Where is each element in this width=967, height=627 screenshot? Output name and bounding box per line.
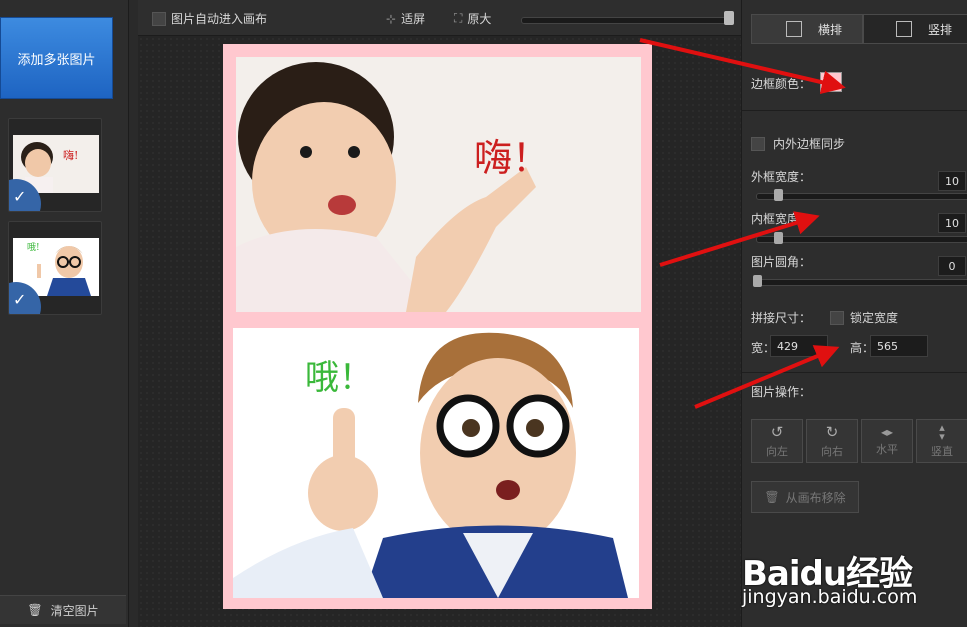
rotate-right-label: 向右: [821, 445, 843, 458]
photo2-caption: 哦！: [305, 358, 373, 398]
tab-horizontal-label: 横排: [818, 22, 843, 37]
border-color-label: 边框颜色：: [751, 77, 812, 91]
border-color-swatch[interactable]: [820, 72, 842, 92]
tab-vertical[interactable]: 竖排: [863, 14, 967, 44]
thumbnail-1[interactable]: 嗨! ✓: [8, 118, 102, 212]
tab-horizontal[interactable]: 横排: [751, 14, 863, 44]
inner-width-slider[interactable]: [756, 236, 967, 243]
zoom-slider-handle[interactable]: [724, 11, 734, 25]
lock-width-checkbox[interactable]: 锁定宽度: [830, 309, 898, 326]
photo-baby-girl[interactable]: 嗨！: [236, 57, 641, 312]
sync-borders-label: 内外边框同步: [773, 137, 846, 151]
fit-screen-label: 适屏: [401, 12, 426, 26]
baidu-watermark: Baidu经验 jingyan.baidu.com: [742, 540, 967, 627]
rotate-left-label: 向左: [766, 445, 788, 458]
original-size-button[interactable]: ⛶ 原大: [454, 10, 491, 27]
corner-radius-slider[interactable]: [756, 279, 967, 286]
divider: [742, 110, 967, 111]
photo1-caption: 嗨！: [474, 136, 551, 180]
corner-radius-value[interactable]: 0: [938, 256, 966, 276]
trash-icon: 🗑: [764, 490, 780, 504]
lock-width-label: 锁定宽度: [850, 311, 899, 325]
flip-vertical-button[interactable]: ▴ ▾ 竖直: [916, 419, 967, 463]
outer-width-label: 外框宽度：: [751, 170, 812, 184]
checkbox-box[interactable]: [751, 136, 765, 151]
rotate-left-icon: ↺: [770, 423, 784, 441]
watermark-url: jingyan.baidu.com: [742, 586, 918, 608]
checkbox-box[interactable]: [152, 11, 166, 26]
add-images-button[interactable]: 添加多张图片: [0, 17, 113, 99]
flip-horizontal-icon: ◂▸: [880, 425, 894, 439]
outer-width-value[interactable]: 10: [938, 171, 966, 191]
divider: [742, 372, 967, 373]
auto-enter-canvas-checkbox[interactable]: 图片自动进入画布: [152, 10, 267, 27]
left-panel: 添加多张图片 嗨! ✓ 哦! ✓ 🗑 清空图片: [0, 0, 129, 627]
original-size-label: 原大: [467, 12, 492, 26]
zoom-slider-track[interactable]: [521, 17, 733, 24]
rows-icon: [896, 21, 912, 37]
rotate-left-button[interactable]: ↺ 向左: [751, 419, 803, 463]
photo-boy-glasses[interactable]: 哦！: [233, 328, 639, 598]
columns-icon: [786, 21, 802, 37]
thumbnail-caption: 嗨!: [63, 149, 79, 162]
thumbnail-2[interactable]: 哦! ✓: [8, 221, 102, 315]
sync-borders-checkbox[interactable]: 内外边框同步: [751, 135, 845, 152]
fit-screen-button[interactable]: ⊹ 适屏: [386, 10, 425, 27]
flip-vertical-label: 竖直: [931, 445, 953, 458]
height-input[interactable]: 565: [870, 335, 928, 357]
flip-vertical-icon: ▴ ▾: [939, 421, 945, 443]
top-toolbar: 图片自动进入画布 ⊹ 适屏 ⛶ 原大: [138, 0, 741, 36]
corner-radius-label: 图片圆角：: [751, 255, 812, 269]
auto-enter-canvas-label: 图片自动进入画布: [171, 12, 268, 26]
outer-width-handle[interactable]: [774, 189, 783, 201]
outer-width-slider[interactable]: [756, 193, 967, 200]
corner-radius-handle[interactable]: [753, 275, 762, 287]
original-size-icon: ⛶: [454, 11, 463, 25]
right-panel: 横排 竖排 边框颜色： 内外边框同步 外框宽度： 10 内框宽度 10 图片圆角…: [741, 0, 967, 627]
checkbox-box[interactable]: [830, 310, 844, 325]
inner-width-label: 内框宽度: [751, 212, 800, 226]
fit-screen-icon: ⊹: [386, 11, 397, 26]
flip-horizontal-button[interactable]: ◂▸ 水平: [861, 419, 913, 463]
remove-from-canvas-button[interactable]: 🗑 从画布移除: [751, 481, 859, 513]
size-label: 拼接尺寸：: [751, 311, 812, 325]
image-ops-label: 图片操作：: [751, 385, 812, 399]
remove-from-canvas-label: 从画布移除: [785, 490, 846, 505]
thumbnail-caption: 哦!: [27, 243, 40, 253]
flip-horizontal-label: 水平: [876, 443, 898, 456]
trash-icon: 🗑: [27, 603, 43, 617]
width-input[interactable]: 429: [770, 335, 828, 357]
inner-width-value[interactable]: 10: [938, 213, 966, 233]
clear-images-label: 清空图片: [50, 603, 99, 618]
rotate-right-button[interactable]: ↻ 向右: [806, 419, 858, 463]
clear-images-button[interactable]: 🗑 清空图片: [0, 595, 126, 624]
rotate-right-icon: ↻: [825, 423, 839, 441]
tab-vertical-label: 竖排: [928, 22, 953, 37]
inner-width-handle[interactable]: [774, 232, 783, 244]
